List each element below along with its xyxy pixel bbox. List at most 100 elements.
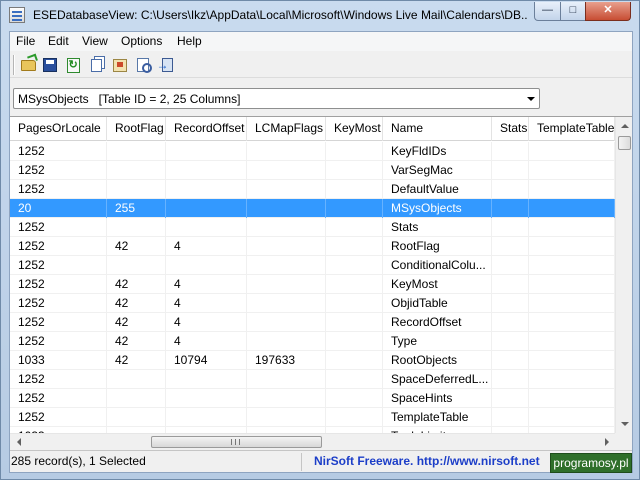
- window-title: ESEDatabaseView: C:\Users\Ikz\AppData\Lo…: [33, 8, 527, 22]
- table-row[interactable]: 1252 42 4 RecordOffset: [10, 313, 615, 332]
- table-cell: 197633: [247, 351, 326, 370]
- table-cell: MSysObjects: [383, 199, 492, 218]
- table-cell: [326, 180, 383, 199]
- menu-file[interactable]: File: [16, 34, 35, 48]
- table-cell: 1033: [10, 351, 107, 370]
- vertical-scrollbar[interactable]: [615, 117, 632, 433]
- close-button[interactable]: ✕: [585, 2, 631, 21]
- table-cell: 1252: [10, 161, 107, 180]
- table-cell: [247, 142, 326, 161]
- table-row[interactable]: 1252 DefaultValue: [10, 180, 615, 199]
- app-icon[interactable]: [9, 7, 25, 23]
- table-row[interactable]: 1252 Stats: [10, 218, 615, 237]
- scrollbar-corner: [615, 433, 632, 449]
- vertical-scroll-thumb[interactable]: [618, 136, 631, 150]
- table-cell: [492, 218, 529, 237]
- table-cell: VarSegMac: [383, 161, 492, 180]
- table-cell: DefaultValue: [383, 180, 492, 199]
- table-cell: [326, 142, 383, 161]
- toolbar: [10, 52, 632, 78]
- table-cell: Type: [383, 332, 492, 351]
- table-cell: 4: [166, 332, 247, 351]
- column-header[interactable]: Name: [383, 117, 492, 141]
- find-button[interactable]: [133, 55, 153, 75]
- status-bar: 285 record(s), 1 Selected NirSoft Freewa…: [10, 450, 632, 473]
- table-cell: [247, 199, 326, 218]
- table-cell: [492, 294, 529, 313]
- table-row[interactable]: 1252 ConditionalColu...: [10, 256, 615, 275]
- scroll-left-icon[interactable]: [10, 434, 27, 449]
- table-cell: [107, 389, 166, 408]
- column-header[interactable]: Stats: [492, 117, 529, 141]
- copy-button[interactable]: [86, 55, 106, 75]
- table-cell: [247, 256, 326, 275]
- table-cell: 42: [107, 313, 166, 332]
- table-cell: [529, 275, 615, 294]
- table-cell: [326, 370, 383, 389]
- table-cell: [166, 161, 247, 180]
- table-cell: 4: [166, 237, 247, 256]
- table-cell: 1252: [10, 313, 107, 332]
- maximize-button[interactable]: □: [560, 2, 586, 21]
- table-cell: [107, 142, 166, 161]
- menu-options[interactable]: Options: [121, 34, 162, 48]
- table-row[interactable]: 1252 SpaceHints: [10, 389, 615, 408]
- refresh-button[interactable]: [63, 55, 83, 75]
- column-header[interactable]: RecordOffset: [166, 117, 247, 141]
- save-button[interactable]: [40, 55, 60, 75]
- table-row[interactable]: 1252 42 4 ObjidTable: [10, 294, 615, 313]
- exit-button[interactable]: [157, 55, 177, 75]
- save-icon: [43, 58, 57, 72]
- find-icon: [137, 58, 152, 73]
- horizontal-scrollbar[interactable]: [10, 433, 615, 449]
- table-selector[interactable]: MSysObjects [Table ID = 2, 25 Columns]: [13, 88, 540, 109]
- column-header[interactable]: TemplateTable: [529, 117, 615, 141]
- table-cell: 1252: [10, 180, 107, 199]
- table-cell: [247, 389, 326, 408]
- menu-help[interactable]: Help: [177, 34, 202, 48]
- scroll-down-icon[interactable]: [616, 415, 632, 432]
- minimize-button[interactable]: —: [534, 2, 561, 21]
- table-row[interactable]: 1252 42 4 KeyMost: [10, 275, 615, 294]
- table-cell: [529, 142, 615, 161]
- table-cell: [247, 275, 326, 294]
- open-button[interactable]: [18, 55, 38, 75]
- table-row[interactable]: 1252 SpaceDeferredL...: [10, 370, 615, 389]
- table-row[interactable]: 1252 42 4 RootFlag: [10, 237, 615, 256]
- table-row[interactable]: 20 255 MSysObjects: [10, 199, 615, 218]
- table-cell: 42: [107, 351, 166, 370]
- chevron-down-icon[interactable]: [522, 89, 539, 108]
- table-cell: 4: [166, 313, 247, 332]
- table-cell: [529, 313, 615, 332]
- table-row[interactable]: 1252 TemplateTable: [10, 408, 615, 427]
- table-cell: [247, 370, 326, 389]
- column-header[interactable]: KeyMost: [326, 117, 383, 141]
- menu-edit[interactable]: Edit: [48, 34, 69, 48]
- table-cell: [492, 256, 529, 275]
- table-cell: [492, 370, 529, 389]
- title-bar[interactable]: ESEDatabaseView: C:\Users\Ikz\AppData\Lo…: [1, 1, 639, 30]
- table-row[interactable]: 1252 VarSegMac: [10, 161, 615, 180]
- table-cell: KeyFldIDs: [383, 142, 492, 161]
- column-header[interactable]: PagesOrLocale: [10, 117, 107, 141]
- nirsoft-link[interactable]: NirSoft Freeware. http://www.nirsoft.net: [314, 454, 540, 468]
- horizontal-scroll-thumb[interactable]: [151, 436, 322, 448]
- menu-view[interactable]: View: [82, 34, 108, 48]
- menu-bar: File Edit View Options Help: [10, 32, 632, 51]
- table-cell: 42: [107, 332, 166, 351]
- table-cell: RootObjects: [383, 351, 492, 370]
- scroll-right-icon[interactable]: [598, 434, 615, 449]
- column-header[interactable]: LCMapFlags: [247, 117, 326, 141]
- table-row[interactable]: 1033 42 10794 197633 RootObjects: [10, 351, 615, 370]
- column-header[interactable]: RootFlag: [107, 117, 166, 141]
- table-cell: 1252: [10, 370, 107, 389]
- watermark: programosy.pl: [550, 453, 632, 473]
- table-row[interactable]: 1252 42 4 Type: [10, 332, 615, 351]
- table-cell: [529, 332, 615, 351]
- table-cell: 1252: [10, 142, 107, 161]
- record-count-status: 285 record(s), 1 Selected: [10, 453, 302, 471]
- scroll-up-icon[interactable]: [616, 117, 632, 134]
- table-row[interactable]: 1252 KeyFldIDs: [10, 142, 615, 161]
- table-cell: SpaceHints: [383, 389, 492, 408]
- properties-button[interactable]: [110, 55, 130, 75]
